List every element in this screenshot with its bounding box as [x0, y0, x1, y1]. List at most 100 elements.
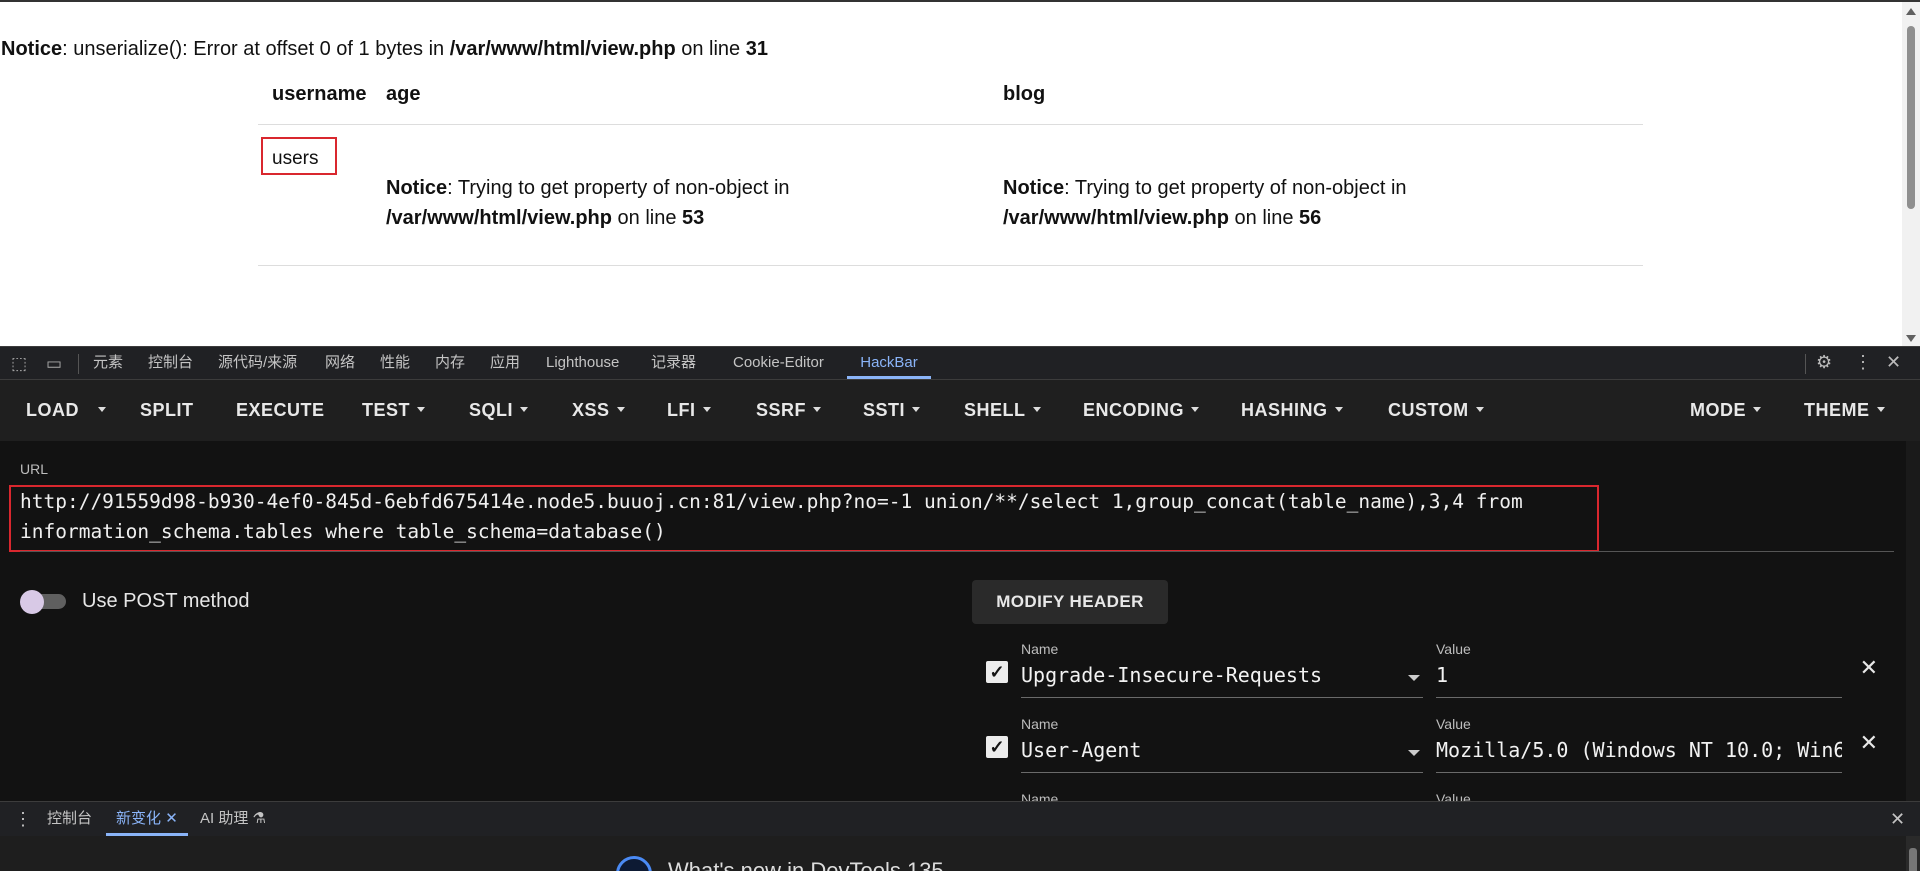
close-icon[interactable]: ✕ [165, 810, 178, 827]
remove-header-icon[interactable]: ✕ [1860, 655, 1878, 681]
device-toolbar-icon[interactable]: ▭ [46, 354, 62, 374]
tab-hackbar[interactable]: HackBar [847, 347, 931, 379]
tab-elements[interactable]: 元素 [93, 347, 123, 379]
unserialize-notice: Notice: unserialize(): Error at offset 0… [1, 38, 768, 61]
field-underline [1021, 697, 1423, 698]
hackbar-scrollbar[interactable] [1906, 441, 1920, 801]
notice-online: on line [1228, 207, 1300, 229]
mode-menu[interactable]: MODE [1690, 380, 1761, 441]
notice-online: on line [611, 207, 683, 229]
tab-performance[interactable]: 性能 [380, 347, 410, 379]
scroll-thumb[interactable] [1909, 848, 1917, 871]
tab-network[interactable]: 网络 [325, 347, 355, 379]
url-highlight-box [9, 485, 1599, 552]
header-name-input[interactable]: Upgrade-Insecure-Requests [1021, 663, 1381, 687]
remove-header-icon[interactable]: ✕ [1860, 730, 1878, 756]
hashing-menu[interactable]: HASHING [1241, 380, 1343, 441]
chevron-down-icon[interactable] [1408, 750, 1420, 756]
sqli-menu[interactable]: SQLI [469, 380, 529, 441]
execute-button[interactable]: EXECUTE [236, 380, 325, 441]
chevron-down-icon [1191, 406, 1200, 412]
shell-menu[interactable]: SHELL [964, 380, 1041, 441]
chevron-down-icon [616, 406, 625, 412]
close-icon[interactable]: ✕ [1886, 352, 1901, 373]
ssti-menu[interactable]: SSTI [863, 380, 921, 441]
hackbar-body: URL http://91559d98-b930-4ef0-845d-6ebfd… [0, 441, 1920, 801]
menu-label: SQLI [469, 400, 514, 420]
menu-label: CUSTOM [1388, 400, 1469, 420]
header-name-input[interactable]: User-Agent [1021, 738, 1381, 762]
web-page-viewport: Notice: unserialize(): Error at offset 0… [0, 0, 1920, 346]
menu-label: LFI [667, 400, 696, 420]
field-underline [1436, 697, 1842, 698]
username-highlight-box: users [261, 137, 337, 175]
theme-menu[interactable]: THEME [1804, 380, 1885, 441]
lfi-menu[interactable]: LFI [667, 380, 711, 441]
whats-new-panel: What's new in DevTools 135 [0, 836, 1920, 871]
header-enabled-checkbox[interactable]: ✓ [986, 736, 1008, 758]
split-button[interactable]: SPLIT [140, 380, 194, 441]
close-drawer-icon[interactable]: ✕ [1890, 802, 1905, 836]
menu-label: MODE [1690, 400, 1746, 420]
chevron-down-icon [1753, 406, 1761, 412]
scroll-up-icon[interactable] [1906, 8, 1916, 15]
encoding-menu[interactable]: ENCODING [1083, 380, 1200, 441]
tab-memory[interactable]: 内存 [435, 347, 465, 379]
chevron-down-icon [813, 406, 822, 412]
devtools-drawer-tabs: ⋮ 控制台 新变化 ✕ AI 助理 ⚗ ✕ [0, 801, 1920, 836]
field-underline [1021, 772, 1423, 773]
toggle-knob [20, 590, 44, 614]
chevron-down-icon[interactable] [1408, 675, 1420, 681]
menu-label: HASHING [1241, 400, 1328, 420]
drawer-tab-console[interactable]: 控制台 [47, 802, 92, 836]
tab-console[interactable]: 控制台 [148, 347, 193, 379]
gear-icon[interactable]: ⚙ [1816, 352, 1832, 373]
devtools-logo-icon [616, 856, 652, 871]
name-label: Name [1021, 791, 1059, 801]
post-method-toggle[interactable] [20, 590, 68, 614]
load-button[interactable]: LOAD [26, 380, 79, 441]
post-method-label: Use POST method [82, 590, 250, 612]
menu-label: ENCODING [1083, 400, 1185, 420]
header-value-input[interactable]: Mozilla/5.0 (Windows NT 10.0; Win6 [1436, 738, 1842, 762]
users-table: username age blog users Notice: Trying t… [258, 64, 1643, 266]
more-vertical-icon[interactable]: ⋮ [14, 802, 32, 836]
header-row: Name Value [972, 791, 1892, 801]
notice-message: : Trying to get property of non-object i… [447, 177, 790, 199]
tab-application[interactable]: 应用 [490, 347, 520, 379]
chevron-down-icon [702, 406, 711, 412]
col-username: username [258, 64, 372, 125]
xss-menu[interactable]: XSS [572, 380, 625, 441]
tab-sources[interactable]: 源代码/来源 [218, 347, 297, 379]
test-menu[interactable]: TEST [362, 380, 426, 441]
chevron-down-icon [1334, 406, 1343, 412]
tab-recorder[interactable]: 记录器 [651, 347, 696, 379]
notice-message: : Trying to get property of non-object i… [1064, 177, 1407, 199]
inspect-element-icon[interactable]: ⬚ [11, 354, 27, 374]
chevron-down-icon [1475, 406, 1484, 412]
drawer-tab-whats-new[interactable]: 新变化 ✕ [106, 802, 188, 836]
drawer-tab-ai-assistant[interactable]: AI 助理 ⚗ [200, 802, 266, 836]
scroll-down-icon[interactable] [1906, 335, 1916, 342]
tab-cookie-editor[interactable]: Cookie-Editor [733, 347, 824, 379]
modify-header-button[interactable]: MODIFY HEADER [972, 580, 1168, 624]
load-dropdown-icon[interactable] [98, 380, 106, 441]
custom-menu[interactable]: CUSTOM [1388, 380, 1484, 441]
header-enabled-checkbox[interactable]: ✓ [986, 661, 1008, 683]
notice-path: /var/www/html/view.php [449, 38, 676, 60]
more-vertical-icon[interactable]: ⋮ [1854, 352, 1872, 373]
ssrf-menu[interactable]: SSRF [756, 380, 822, 441]
scroll-thumb[interactable] [1907, 26, 1915, 209]
page-scrollbar[interactable] [1902, 2, 1920, 346]
chevron-down-icon [1876, 406, 1885, 412]
drawer-scrollbar[interactable] [1906, 836, 1920, 871]
col-blog: blog [989, 64, 1643, 125]
menu-label: XSS [572, 400, 610, 420]
notice-path: /var/www/html/view.php [386, 207, 612, 229]
notice-label: Notice [1, 38, 63, 60]
tab-lighthouse[interactable]: Lighthouse [546, 347, 619, 379]
header-value-input[interactable]: 1 [1436, 663, 1842, 687]
notice-path: /var/www/html/view.php [1003, 207, 1229, 229]
header-row: ✓ Name Upgrade-Insecure-Requests Value 1… [972, 641, 1892, 715]
field-underline [1436, 772, 1842, 773]
